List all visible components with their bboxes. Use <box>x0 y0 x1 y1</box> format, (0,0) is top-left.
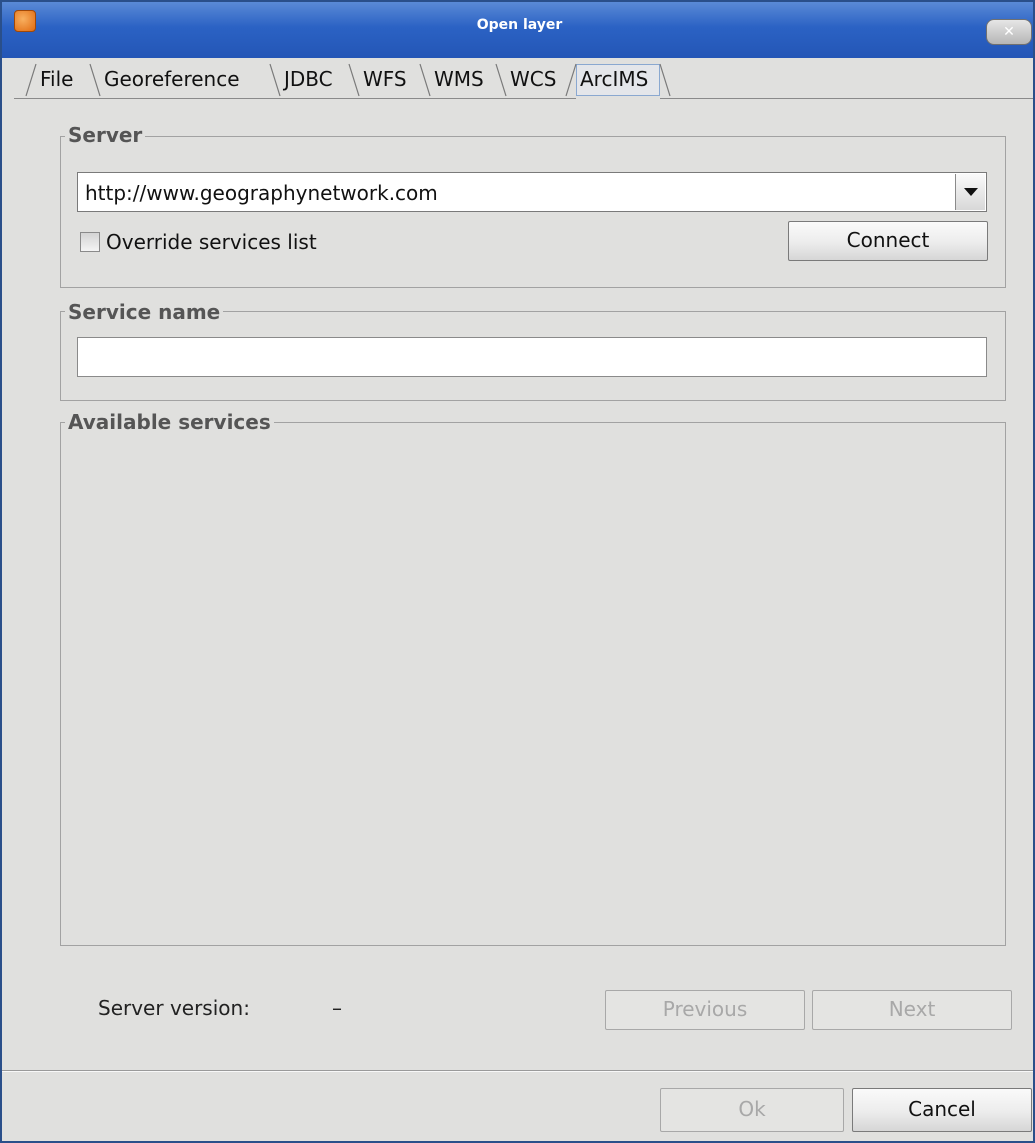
tab-wms[interactable]: WMS <box>434 64 484 96</box>
override-services-checkbox[interactable] <box>80 232 100 252</box>
available-services-group-title: Available services <box>65 410 274 434</box>
tab-wcs[interactable]: WCS <box>510 64 556 96</box>
override-services-label[interactable]: Override services list <box>106 230 317 254</box>
ok-button[interactable]: Ok <box>660 1088 844 1132</box>
tab-divider <box>24 62 38 98</box>
server-group <box>60 136 1006 288</box>
tab-baseline <box>660 98 1033 99</box>
cancel-button[interactable]: Cancel <box>852 1088 1032 1132</box>
footer-divider-highlight <box>2 1071 1033 1072</box>
tab-divider <box>347 62 361 98</box>
server-url-combobox[interactable]: http://www.geographynetwork.com <box>77 172 987 212</box>
service-name-group-title: Service name <box>65 300 224 324</box>
server-url-dropdown-button[interactable] <box>955 174 985 210</box>
tab-file[interactable]: File <box>40 64 73 96</box>
service-name-input[interactable] <box>77 337 987 377</box>
server-group-title: Server <box>65 123 146 147</box>
tab-divider <box>658 62 672 98</box>
server-version-value: – <box>332 996 342 1020</box>
close-button[interactable]: ✕ <box>986 19 1032 45</box>
tab-divider <box>88 62 102 98</box>
next-button[interactable]: Next <box>812 990 1012 1030</box>
chevron-down-icon <box>964 188 978 196</box>
connect-button[interactable]: Connect <box>788 221 988 261</box>
next-button-label: Next <box>888 997 936 1021</box>
server-url-value: http://www.geographynetwork.com <box>85 181 438 205</box>
tab-divider <box>268 62 282 98</box>
close-icon: ✕ <box>1003 24 1015 40</box>
connect-button-label: Connect <box>846 228 930 252</box>
tab-baseline <box>14 98 576 99</box>
tab-jdbc[interactable]: JDBC <box>284 64 333 96</box>
window-title: Open layer <box>476 17 563 33</box>
ok-button-label: Ok <box>738 1097 766 1121</box>
tab-divider <box>494 62 508 98</box>
cancel-button-label: Cancel <box>908 1097 976 1121</box>
tab-wfs[interactable]: WFS <box>363 64 407 96</box>
tab-divider <box>418 62 432 98</box>
open-layer-dialog: Open layer ✕ File Georeference JDBC WFS … <box>0 0 1035 1143</box>
previous-button-label: Previous <box>662 997 748 1021</box>
available-services-group <box>60 422 1006 946</box>
title-bar[interactable]: Open layer ✕ <box>2 2 1033 58</box>
tab-arcims[interactable]: ArcIMS <box>580 64 648 96</box>
tab-divider <box>564 62 578 98</box>
previous-button[interactable]: Previous <box>605 990 805 1030</box>
server-version-label: Server version: <box>98 996 250 1020</box>
tab-georeference[interactable]: Georeference <box>104 64 240 96</box>
